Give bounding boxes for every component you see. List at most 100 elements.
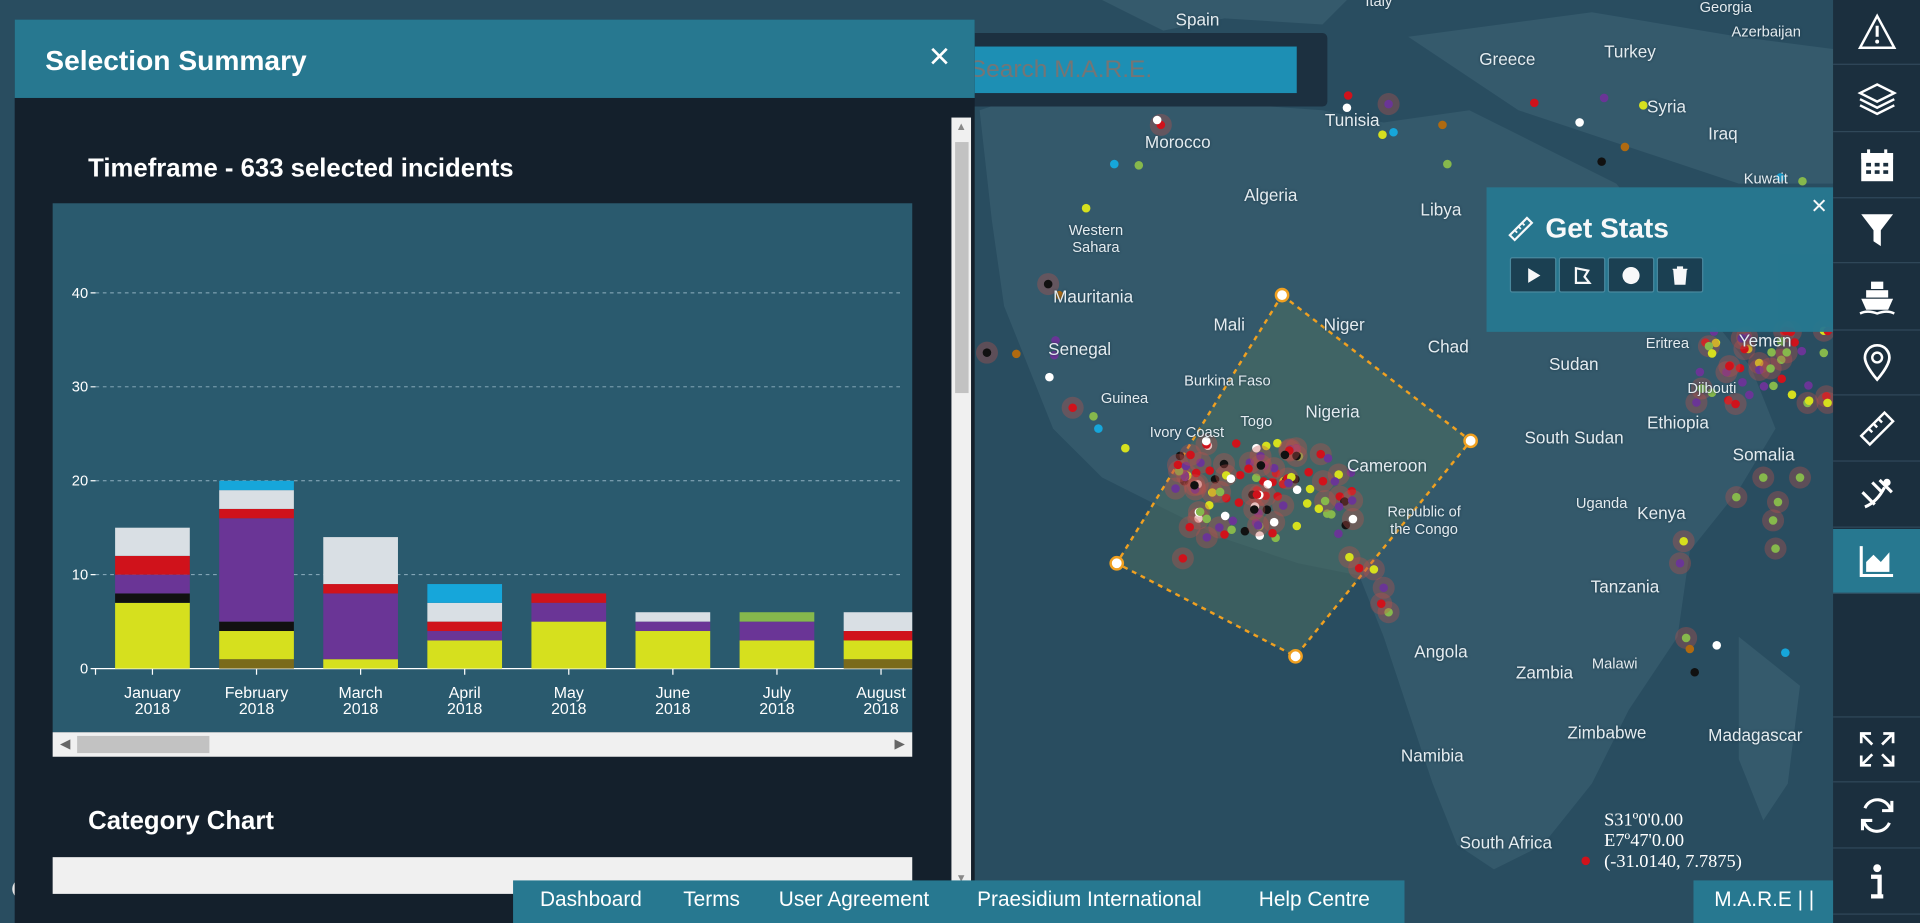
incident-marker[interactable] (1121, 443, 1130, 453)
incident-marker[interactable] (1766, 364, 1775, 373)
footer-link-help-centre[interactable]: Help Centre (1259, 888, 1370, 912)
incident-marker[interactable] (1781, 648, 1790, 657)
draw-circle-button[interactable] (1607, 257, 1655, 293)
statistics-button[interactable] (1833, 528, 1920, 594)
scroll-up-icon[interactable]: ▲ (955, 120, 967, 132)
incident-marker[interactable] (1171, 484, 1180, 493)
incident-marker[interactable] (1202, 533, 1212, 542)
incident-marker[interactable] (1302, 499, 1312, 508)
incident-marker[interactable] (1384, 99, 1393, 109)
incident-marker[interactable] (1185, 522, 1194, 532)
play-button[interactable] (1509, 257, 1557, 293)
vessel-button[interactable] (1833, 266, 1920, 331)
incident-marker[interactable] (1787, 390, 1797, 399)
incident-marker[interactable] (1110, 159, 1119, 169)
fullscreen-button[interactable] (1833, 716, 1920, 783)
incident-marker[interactable] (1227, 525, 1236, 535)
incident-marker[interactable] (1316, 449, 1326, 459)
incident-marker[interactable] (1732, 492, 1741, 502)
incident-marker[interactable] (1345, 552, 1354, 562)
incident-marker[interactable] (1599, 93, 1609, 103)
search-input[interactable] (969, 46, 1297, 94)
incident-marker[interactable] (1343, 91, 1353, 100)
delete-button[interactable] (1656, 257, 1704, 293)
incident-marker[interactable] (1012, 349, 1021, 359)
incident-marker[interactable] (1327, 510, 1336, 519)
incident-marker[interactable] (1795, 473, 1805, 482)
incident-marker[interactable] (1068, 403, 1077, 413)
incident-marker[interactable] (1215, 523, 1224, 532)
incident-marker[interactable] (1790, 338, 1799, 347)
incident-marker[interactable] (1348, 514, 1358, 524)
incident-marker[interactable] (1773, 497, 1783, 507)
incident-marker[interactable] (1378, 130, 1387, 139)
incident-marker[interactable] (1819, 348, 1829, 358)
incident-marker[interactable] (1804, 381, 1813, 390)
incident-marker[interactable] (1231, 439, 1241, 448)
incident-marker[interactable] (1330, 477, 1340, 486)
incident-marker[interactable] (1094, 424, 1103, 433)
incident-marker[interactable] (1334, 502, 1344, 511)
incident-marker[interactable] (1134, 161, 1144, 170)
incident-marker[interactable] (1369, 565, 1379, 574)
incident-marker[interactable] (1195, 507, 1205, 517)
incident-marker[interactable] (1771, 544, 1780, 553)
alerts-button[interactable] (1833, 0, 1920, 65)
get-stats-close-button[interactable]: × (1811, 190, 1827, 222)
incident-marker[interactable] (1215, 487, 1225, 497)
incident-marker[interactable] (1249, 505, 1259, 514)
incident-marker[interactable] (1252, 490, 1262, 499)
incident-marker[interactable] (1695, 367, 1705, 377)
incident-marker[interactable] (1707, 349, 1717, 358)
incident-marker[interactable] (1376, 599, 1386, 608)
incident-marker[interactable] (1438, 120, 1447, 130)
measure-button[interactable] (1833, 397, 1920, 462)
incident-marker[interactable] (1278, 501, 1288, 510)
footer-link-terms[interactable]: Terms (683, 888, 740, 912)
incident-marker[interactable] (1581, 856, 1591, 866)
incident-marker[interactable] (1597, 157, 1606, 166)
incident-marker[interactable] (1681, 633, 1691, 643)
incident-marker[interactable] (1692, 398, 1701, 407)
incident-marker[interactable] (1318, 476, 1328, 486)
incident-marker[interactable] (1178, 554, 1188, 563)
incident-marker[interactable] (1334, 529, 1343, 538)
calendar-button[interactable] (1833, 133, 1920, 199)
layers-button[interactable] (1833, 67, 1920, 133)
incident-marker[interactable] (1323, 454, 1333, 463)
incident-marker[interactable] (982, 348, 992, 357)
incident-marker[interactable] (1045, 372, 1054, 382)
incident-marker[interactable] (1268, 528, 1277, 538)
incident-marker[interactable] (1269, 517, 1279, 527)
incident-marker[interactable] (1220, 530, 1229, 539)
incident-marker[interactable] (1256, 461, 1266, 470)
location-button[interactable] (1833, 331, 1920, 396)
incident-marker[interactable] (1823, 398, 1832, 408)
footer-link-user-agreement[interactable]: User Agreement (779, 888, 929, 912)
incident-marker[interactable] (1690, 667, 1699, 677)
incident-marker[interactable] (1712, 641, 1722, 650)
incident-marker[interactable] (1685, 644, 1695, 654)
incident-marker[interactable] (1234, 498, 1244, 507)
incident-marker[interactable] (1320, 496, 1330, 506)
satellite-button[interactable] (1833, 463, 1920, 528)
panel-scroll-thumb[interactable] (955, 142, 969, 394)
scroll-right-icon[interactable]: ▶ (895, 736, 905, 752)
incident-marker[interactable] (1292, 521, 1302, 531)
draw-polygon-button[interactable] (1558, 257, 1606, 293)
incident-marker[interactable] (1043, 279, 1053, 289)
panel-close-button[interactable]: × (929, 39, 950, 76)
incident-marker[interactable] (1679, 536, 1688, 546)
incident-marker[interactable] (1530, 98, 1539, 108)
info-button[interactable] (1833, 850, 1920, 915)
incident-marker[interactable] (1253, 521, 1263, 530)
incident-marker[interactable] (1202, 514, 1212, 524)
incident-marker[interactable] (1745, 390, 1754, 400)
incident-marker[interactable] (1797, 346, 1807, 356)
incident-marker[interactable] (1731, 399, 1740, 409)
incident-marker[interactable] (1220, 511, 1230, 521)
scroll-left-icon[interactable]: ◀ (60, 736, 70, 752)
incident-marker[interactable] (1804, 396, 1814, 405)
footer-link-dashboard[interactable]: Dashboard (540, 888, 642, 912)
refresh-button[interactable] (1833, 784, 1920, 849)
